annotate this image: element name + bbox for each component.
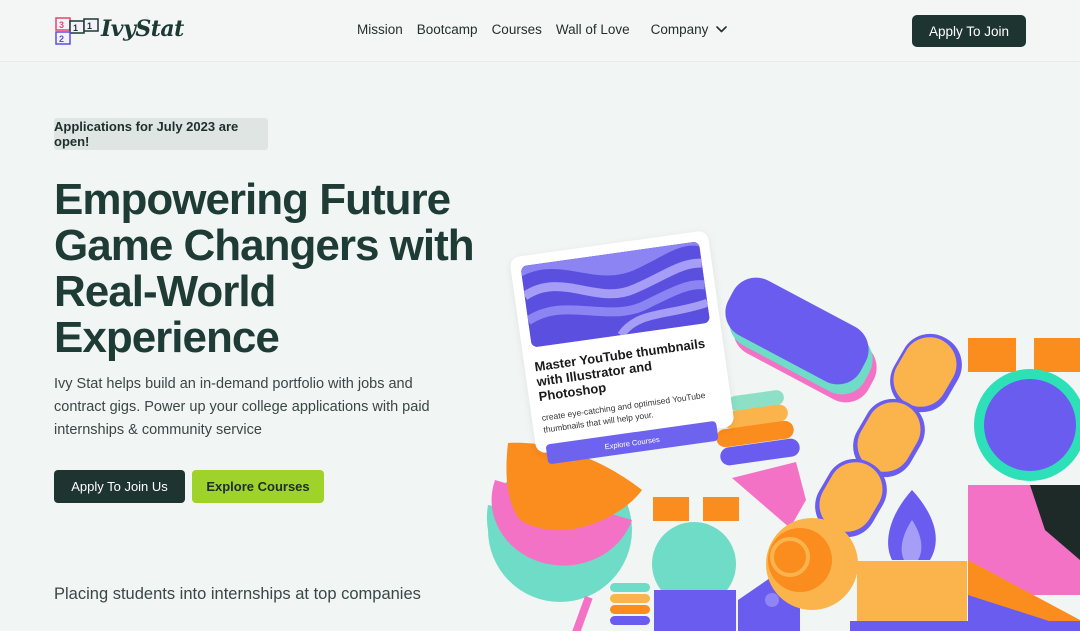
course-card[interactable]: Master YouTube thumbnails with Illustrat… — [509, 230, 735, 465]
top-nav-bar: 3 1 1 2 IvyStat Mission Bootcamp Courses… — [0, 0, 1080, 62]
hero-title-line: Empowering Future — [54, 175, 451, 224]
nav-link-bootcamp[interactable]: Bootcamp — [417, 22, 478, 37]
nav-company-dropdown[interactable]: Company — [651, 22, 728, 37]
chevron-down-icon — [716, 26, 728, 33]
hero-description: Ivy Stat helps build an in-demand portfo… — [54, 376, 430, 438]
apply-to-join-button[interactable]: Apply To Join — [912, 15, 1026, 47]
apply-to-join-us-button[interactable]: Apply To Join Us — [54, 470, 185, 503]
course-card-image — [520, 241, 711, 348]
svg-text:1: 1 — [87, 21, 92, 31]
hero-title-line: Real-World — [54, 267, 276, 316]
logo-blocks-icon: 3 1 1 2 — [55, 17, 99, 45]
hero-title-line: Game Changers with — [54, 221, 475, 270]
applications-open-badge: Applications for July 2023 are open! — [54, 118, 268, 150]
explore-courses-button[interactable]: Explore Courses — [192, 470, 324, 503]
nav-company-label: Company — [650, 22, 709, 37]
brand-name: IvyStat — [101, 16, 184, 42]
brand-logo[interactable]: 3 1 1 2 IvyStat — [54, 14, 184, 48]
nav-link-mission[interactable]: Mission — [357, 22, 403, 37]
nav-link-courses[interactable]: Courses — [492, 22, 542, 37]
hero-title-line: Experience — [54, 313, 280, 362]
svg-text:3: 3 — [59, 20, 64, 30]
svg-text:1: 1 — [73, 23, 78, 33]
main-nav: Mission Bootcamp Courses Wall of Love Co… — [357, 22, 728, 37]
wave-pattern-icon — [520, 241, 711, 348]
placing-students-heading: Placing students into internships at top… — [54, 585, 421, 603]
svg-text:2: 2 — [59, 34, 64, 44]
nav-link-wall-of-love[interactable]: Wall of Love — [556, 22, 630, 37]
hero-title: Empowering Future Game Changers with Rea… — [54, 175, 475, 362]
